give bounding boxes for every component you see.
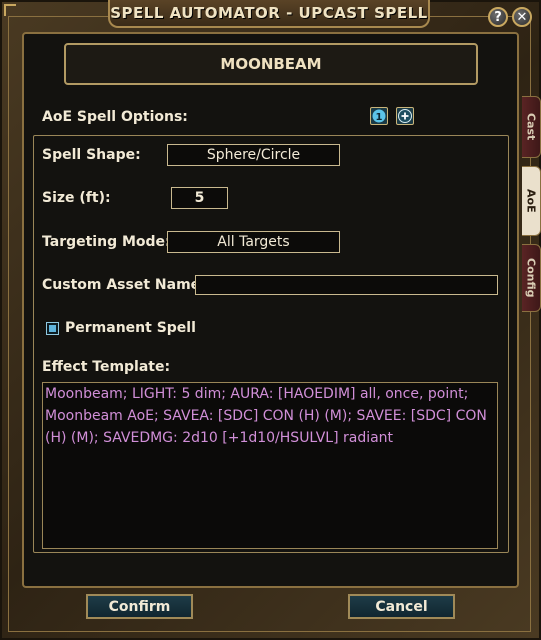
size-field[interactable]: 5 bbox=[171, 187, 228, 209]
confirm-button[interactable]: Confirm bbox=[86, 594, 193, 619]
tab-config[interactable]: Config bbox=[522, 244, 541, 312]
add-aoe-button[interactable] bbox=[396, 107, 414, 125]
effect-template-textarea[interactable]: Moonbeam; LIGHT: 5 dim; AURA: [HAOEDIM] … bbox=[42, 382, 498, 549]
tab-cast[interactable]: Cast bbox=[522, 96, 541, 158]
checkbox-checked-icon bbox=[49, 325, 56, 332]
number-badge-icon: 1 bbox=[372, 109, 386, 123]
size-label: Size (ft): bbox=[42, 190, 111, 206]
aoe-options-label: AoE Spell Options: bbox=[42, 109, 188, 125]
help-button[interactable]: ? bbox=[488, 7, 508, 27]
permanent-spell-checkbox[interactable] bbox=[46, 322, 59, 335]
resize-corner-icon[interactable] bbox=[4, 4, 16, 16]
tab-aoe-label: AoE bbox=[524, 189, 538, 213]
cancel-button[interactable]: Cancel bbox=[348, 594, 455, 619]
tab-config-label: Config bbox=[524, 258, 538, 298]
targeting-mode-field[interactable]: All Targets bbox=[167, 231, 340, 253]
targeting-mode-label: Targeting Mode: bbox=[42, 234, 171, 250]
tab-aoe[interactable]: AoE bbox=[522, 166, 541, 236]
spell-name-header: MOONBEAM bbox=[64, 43, 478, 85]
tab-cast-label: Cast bbox=[524, 113, 538, 141]
effect-template-label: Effect Template: bbox=[42, 359, 171, 375]
svg-text:1: 1 bbox=[376, 112, 383, 123]
aoe-index-button[interactable]: 1 bbox=[370, 107, 388, 125]
close-button[interactable]: ✕ bbox=[512, 7, 532, 27]
spell-shape-label: Spell Shape: bbox=[42, 147, 141, 163]
permanent-spell-label: Permanent Spell bbox=[65, 320, 196, 336]
window-title: SPELL AUTOMATOR - UPCAST SPELL bbox=[108, 0, 430, 28]
custom-asset-label: Custom Asset Name: bbox=[42, 277, 206, 293]
plus-icon bbox=[398, 109, 412, 123]
spell-shape-field[interactable]: Sphere/Circle bbox=[167, 144, 340, 166]
custom-asset-field[interactable] bbox=[195, 275, 498, 295]
